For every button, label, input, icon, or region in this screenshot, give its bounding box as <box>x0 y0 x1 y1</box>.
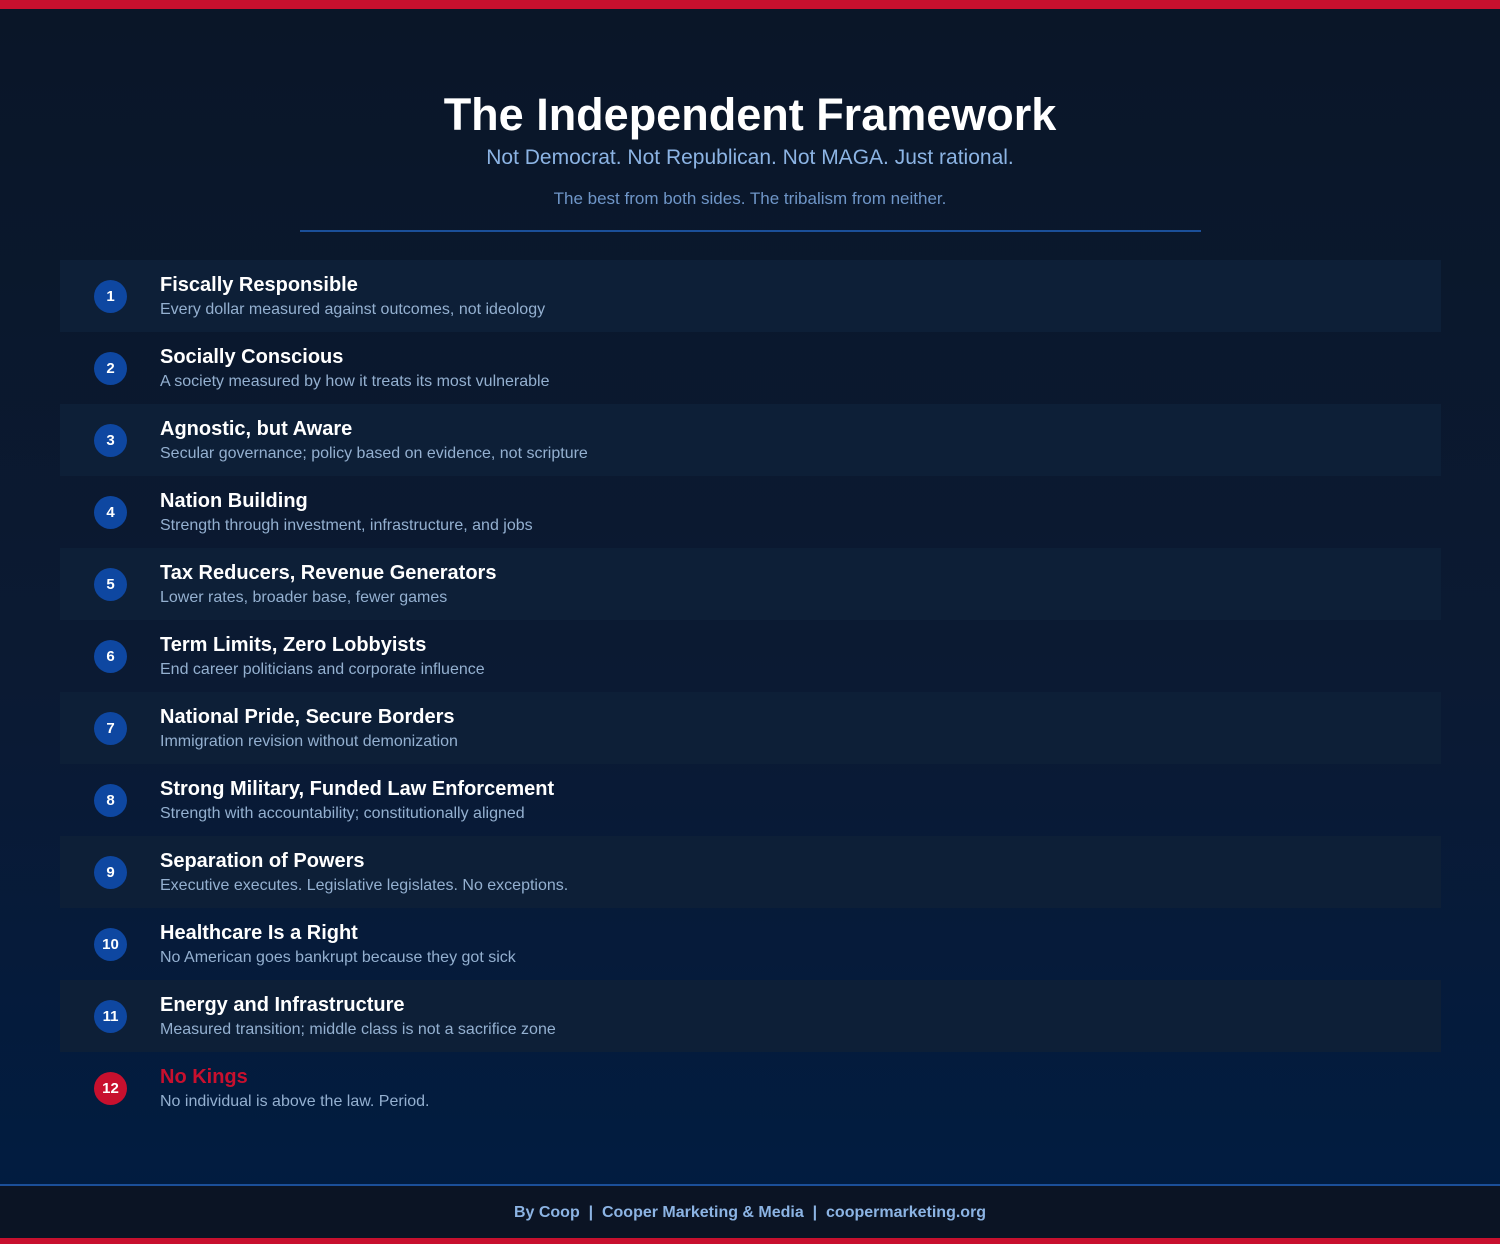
framework-list: 1 Fiscally Responsible Every dollar meas… <box>60 260 1441 1124</box>
item-title: Agnostic, but Aware <box>160 418 353 440</box>
item-description: Strength through investment, infrastruct… <box>160 517 533 534</box>
list-item: 9 Separation of Powers Executive execute… <box>60 836 1441 908</box>
item-title: Fiscally Responsible <box>160 274 358 296</box>
item-title: Separation of Powers <box>160 850 365 872</box>
item-number-badge: 9 <box>94 856 127 889</box>
list-item: 5 Tax Reducers, Revenue Generators Lower… <box>60 548 1441 620</box>
item-title: Nation Building <box>160 490 308 512</box>
item-description: No American goes bankrupt because they g… <box>160 949 516 966</box>
item-description: A society measured by how it treats its … <box>160 373 550 390</box>
list-item: 11 Energy and Infrastructure Measured tr… <box>60 980 1441 1052</box>
page-title: The Independent Framework <box>443 89 1057 140</box>
item-number-badge: 12 <box>94 1072 127 1105</box>
item-title: National Pride, Secure Borders <box>160 706 455 728</box>
item-number-badge: 4 <box>94 496 127 529</box>
item-number-badge: 2 <box>94 352 127 385</box>
item-description: Immigration revision without demonizatio… <box>160 733 458 750</box>
item-title: Tax Reducers, Revenue Generators <box>160 562 497 584</box>
item-description: Executive executes. Legislative legislat… <box>160 877 569 894</box>
item-number-badge: 3 <box>94 424 127 457</box>
item-description: Every dollar measured against outcomes, … <box>160 301 546 318</box>
item-number-badge: 8 <box>94 784 127 817</box>
item-number-badge: 7 <box>94 712 127 745</box>
top-accent-bar <box>0 0 1500 9</box>
item-number-badge: 10 <box>94 928 127 961</box>
page-subtitle: Not Democrat. Not Republican. Not MAGA. … <box>486 146 1014 169</box>
header-divider <box>300 230 1201 232</box>
item-number-badge: 11 <box>94 1000 127 1033</box>
item-description: Secular governance; policy based on evid… <box>160 445 588 462</box>
list-item: 8 Strong Military, Funded Law Enforcemen… <box>60 764 1441 836</box>
item-number-badge: 1 <box>94 280 127 313</box>
list-item: 4 Nation Building Strength through inves… <box>60 476 1441 548</box>
item-description: Lower rates, broader base, fewer games <box>160 589 448 606</box>
list-item: 3 Agnostic, but Aware Secular governance… <box>60 404 1441 476</box>
item-number-badge: 6 <box>94 640 127 673</box>
item-description: Measured transition; middle class is not… <box>160 1021 556 1038</box>
list-item: 6 Term Limits, Zero Lobbyists End career… <box>60 620 1441 692</box>
list-item: 10 Healthcare Is a Right No American goe… <box>60 908 1441 980</box>
list-item: 1 Fiscally Responsible Every dollar meas… <box>60 260 1441 332</box>
item-description: No individual is above the law. Period. <box>160 1093 430 1110</box>
footer: By Coop | Cooper Marketing & Media | coo… <box>0 1184 1500 1244</box>
item-title: Healthcare Is a Right <box>160 922 358 944</box>
item-title: Socially Conscious <box>160 346 344 368</box>
footer-credit: By Coop | Cooper Marketing & Media | coo… <box>513 1204 987 1221</box>
list-item-highlight: 12 No Kings No individual is above the l… <box>60 1052 1441 1124</box>
item-title: Energy and Infrastructure <box>160 994 405 1016</box>
item-title: Term Limits, Zero Lobbyists <box>160 634 427 656</box>
item-number-badge: 5 <box>94 568 127 601</box>
page-tagline: The best from both sides. The tribalism … <box>553 189 947 208</box>
item-description: End career politicians and corporate inf… <box>160 661 485 678</box>
list-item: 2 Socially Conscious A society measured … <box>60 332 1441 404</box>
list-item: 7 National Pride, Secure Borders Immigra… <box>60 692 1441 764</box>
bottom-accent-bar <box>0 1238 1500 1244</box>
item-title: No Kings <box>160 1066 248 1088</box>
item-description: Strength with accountability; constituti… <box>160 805 525 822</box>
item-title: Strong Military, Funded Law Enforcement <box>160 778 555 800</box>
